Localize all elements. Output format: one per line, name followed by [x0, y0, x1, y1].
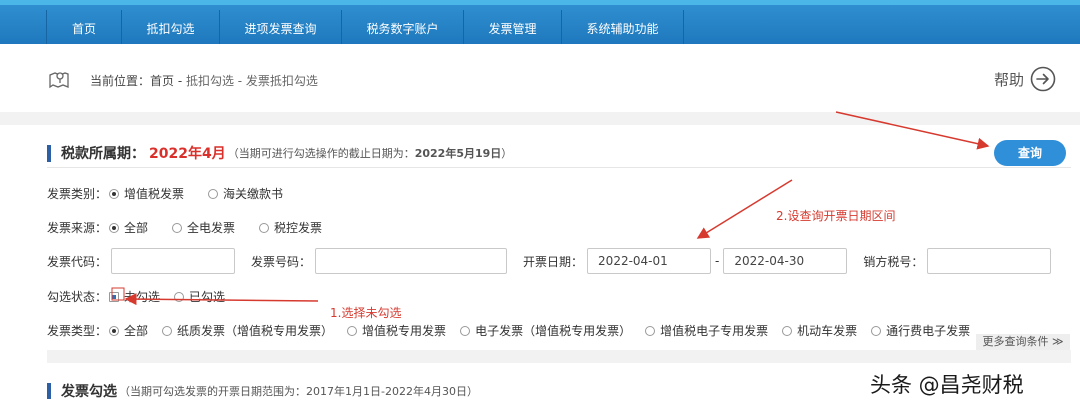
invoice-number-input[interactable] — [315, 248, 508, 274]
annotation-step2: 2.设查询开票日期区间 — [776, 209, 896, 223]
radio-icon — [259, 222, 270, 233]
radio-source-full-electronic[interactable]: 全电发票 — [172, 219, 235, 236]
radio-type-vat-electronic-special[interactable]: 增值税电子专用发票 — [645, 322, 768, 339]
check-status-label: 勾选状态： — [47, 290, 108, 304]
radio-icon — [174, 291, 185, 302]
radio-type-toll-electronic[interactable]: 通行费电子发票 — [871, 322, 970, 339]
radio-icon — [871, 325, 882, 336]
watermark: 头条 @昌尧财税 — [870, 373, 1024, 397]
invoice-code-label: 发票代码： — [47, 254, 108, 269]
radio-customs-payment[interactable]: 海关缴款书 — [208, 185, 283, 202]
invoice-type-row: 发票类型： 全部 纸质发票（增值税专用发票） 增值税专用发票 电子发票（增值税专… — [47, 322, 970, 339]
invoice-category-label: 发票类别： — [47, 187, 108, 201]
radio-icon — [172, 222, 183, 233]
divider — [47, 167, 1071, 168]
invoice-category-row: 发票类别： 增值税发票 海关缴款书 — [47, 185, 307, 202]
issue-date-label: 开票日期： — [523, 254, 584, 269]
radio-type-all[interactable]: 全部 — [109, 322, 148, 339]
issue-date-from-input[interactable] — [587, 248, 712, 274]
arrow-right-circle-icon — [1030, 66, 1056, 92]
radio-source-all[interactable]: 全部 — [109, 219, 148, 236]
radio-type-paper-special[interactable]: 纸质发票（增值税专用发票） — [162, 322, 333, 339]
radio-type-motor-vehicle[interactable]: 机动车发票 — [782, 322, 857, 339]
date-separator: - — [715, 254, 720, 268]
invoice-code-input[interactable] — [111, 248, 236, 274]
radio-icon — [109, 291, 120, 302]
radio-icon — [460, 325, 471, 336]
radio-icon — [782, 325, 793, 336]
seller-tax-id-label: 销方税号： — [863, 254, 924, 269]
breadcrumb-prefix: 当前位置：首页 - — [90, 74, 186, 88]
invoice-number-label: 发票号码： — [251, 254, 312, 269]
annotation-step1: 1.选择未勾选 — [330, 306, 402, 320]
invoice-check-note: （当期可勾选发票的开票日期范围为：2017年1月1日-2022年4月30日） — [119, 385, 478, 398]
breadcrumb: 当前位置：首页 - 抵扣勾选 - 发票抵扣勾选 — [90, 72, 318, 89]
check-status-row: 勾选状态： 未勾选 已勾选 — [47, 288, 249, 305]
deadline-note: （当期可进行勾选操作的截止日期为：2022年5月19日） — [227, 147, 513, 160]
issue-date-to-input[interactable] — [723, 248, 848, 274]
radio-checked[interactable]: 已勾选 — [174, 288, 225, 305]
help-label: 帮助 — [994, 70, 1025, 89]
invoice-source-row: 发票来源： 全部 全电发票 税控发票 — [47, 219, 346, 236]
invoice-check-title: 发票勾选 — [61, 384, 117, 400]
radio-type-electronic-special[interactable]: 电子发票（增值税专用发票） — [460, 322, 631, 339]
search-fields-row: 发票代码： 发票号码： 开票日期： - 销方税号： — [47, 248, 1052, 274]
seller-tax-id-input[interactable] — [927, 248, 1052, 274]
breadcrumb-bar: 当前位置：首页 - 抵扣勾选 - 发票抵扣勾选 帮助 — [0, 44, 1080, 112]
section-marker — [47, 383, 51, 399]
location-map-icon — [49, 72, 69, 89]
radio-type-vat-special[interactable]: 增值税专用发票 — [347, 322, 446, 339]
invoice-source-label: 发票来源： — [47, 221, 108, 235]
radio-icon — [109, 222, 120, 233]
radio-icon — [208, 188, 219, 199]
radio-unchecked[interactable]: 未勾选 — [109, 288, 160, 305]
section-marker — [47, 144, 51, 162]
radio-icon — [645, 325, 656, 336]
invoice-type-label: 发票类型： — [47, 324, 108, 338]
radio-icon — [347, 325, 358, 336]
radio-icon — [109, 325, 120, 336]
radio-icon — [162, 325, 173, 336]
radio-icon — [109, 188, 120, 199]
section-gap — [0, 112, 1080, 125]
radio-source-tax-control[interactable]: 税控发票 — [259, 219, 322, 236]
more-conditions-toggle[interactable]: 更多查询条件 ≫ — [976, 334, 1070, 350]
top-navigation-bar: 首页 抵扣勾选 进项发票查询 税务数字账户 发票管理 系统辅助功能 — [0, 0, 1080, 49]
invoice-check-header: 发票勾选 （当期可勾选发票的开票日期范围为：2017年1月1日-2022年4月3… — [47, 381, 478, 401]
tax-period-value: 2022年4月 — [149, 146, 226, 162]
tax-period-header: 税款所属期： 2022年4月 （当期可进行勾选操作的截止日期为：2022年5月1… — [47, 143, 512, 163]
query-button[interactable]: 查询 — [994, 140, 1066, 166]
tax-period-title: 税款所属期： — [61, 146, 145, 162]
grey-band — [47, 350, 1071, 363]
breadcrumb-current: 抵扣勾选 - 发票抵扣勾选 — [185, 74, 318, 88]
radio-vat-invoice[interactable]: 增值税发票 — [109, 185, 184, 202]
help-button[interactable]: 帮助 — [994, 66, 1056, 92]
